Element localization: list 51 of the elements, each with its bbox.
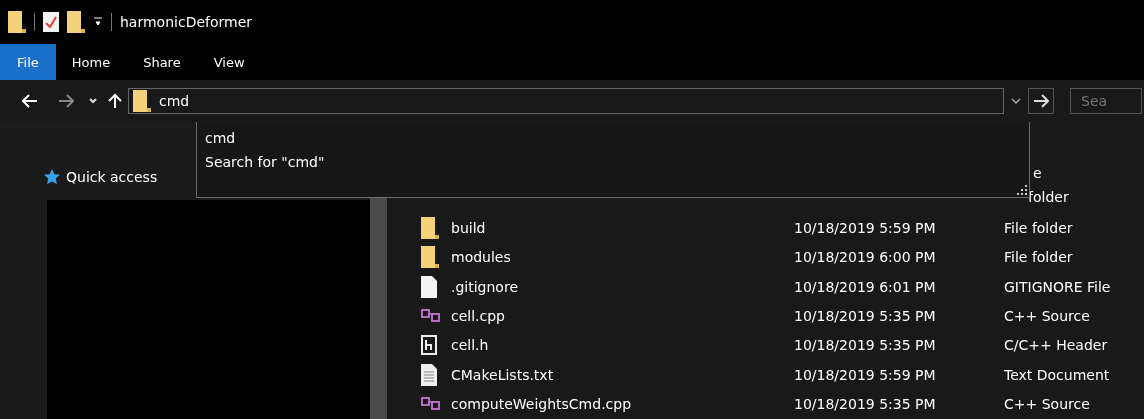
file-name[interactable]: .gitignore [451,278,518,295]
suggestion-item[interactable]: cmd [205,126,236,150]
resize-grip-icon[interactable] [1017,185,1027,195]
ribbon-tab[interactable]: File [0,44,56,80]
folder-icon [8,11,26,33]
source-file-icon [421,308,441,323]
table-cell: 10/18/2019 6:01 PM [794,278,936,295]
back-arrow-icon[interactable] [22,94,38,108]
table-cell: File folder [1004,249,1073,266]
star-icon [44,169,60,185]
table-cell: 10/18/2019 5:59 PM [794,366,936,383]
forward-arrow-icon[interactable] [58,94,74,108]
table-cell: C++ Source [1004,307,1090,324]
folder-icon [421,216,439,239]
properties-icon[interactable] [43,12,59,32]
file-name[interactable]: build [451,219,486,236]
text-file-icon [421,363,437,386]
header-file-icon [421,335,437,356]
file-name[interactable]: CMakeLists.txt [451,366,554,383]
table-cell: C/C++ Header [1004,337,1108,354]
table-cell: File folder [1004,219,1073,236]
window-title: harmonicDeformer [120,14,253,30]
file-name[interactable]: modules [451,249,511,266]
suggestion-item[interactable]: Search for "cmd" [205,150,325,174]
table-cell: 10/18/2019 5:35 PM [794,337,936,354]
file-name[interactable]: cell.cpp [451,307,505,324]
table-cell: 10/18/2019 5:35 PM [794,307,936,324]
search-field[interactable]: Sea [1070,88,1142,114]
chevron-down-icon[interactable] [1010,97,1022,105]
table-cell: 10/18/2019 5:59 PM [794,219,936,236]
ribbon-tab[interactable]: Share [127,44,198,80]
table-cell: GITIGNORE File [1004,278,1111,295]
table-cell: 10/18/2019 6:00 PM [794,249,936,266]
table-cell: Text Document [1004,366,1110,383]
source-file-icon [421,397,441,412]
ribbon-tab[interactable]: Home [55,44,128,80]
table-cell: 10/18/2019 5:35 PM [794,396,936,413]
customize-toolbar-icon[interactable] [93,16,103,28]
column-header[interactable]: e [1033,164,1042,181]
file-name[interactable]: computeWeightsCmd.cpp [451,396,632,413]
nav-item[interactable]: Quick access [66,169,158,185]
file-icon [421,275,437,298]
up-arrow-icon[interactable] [108,93,122,109]
folder-icon [421,246,439,269]
table-cell: C++ Source [1004,396,1090,413]
address-field[interactable]: cmd [159,93,459,109]
new-folder-icon [67,11,85,33]
table-cell: folder [1028,188,1069,205]
ribbon-tab[interactable]: View [197,44,262,80]
file-name[interactable]: cell.h [451,337,489,354]
folder-icon [133,90,151,112]
